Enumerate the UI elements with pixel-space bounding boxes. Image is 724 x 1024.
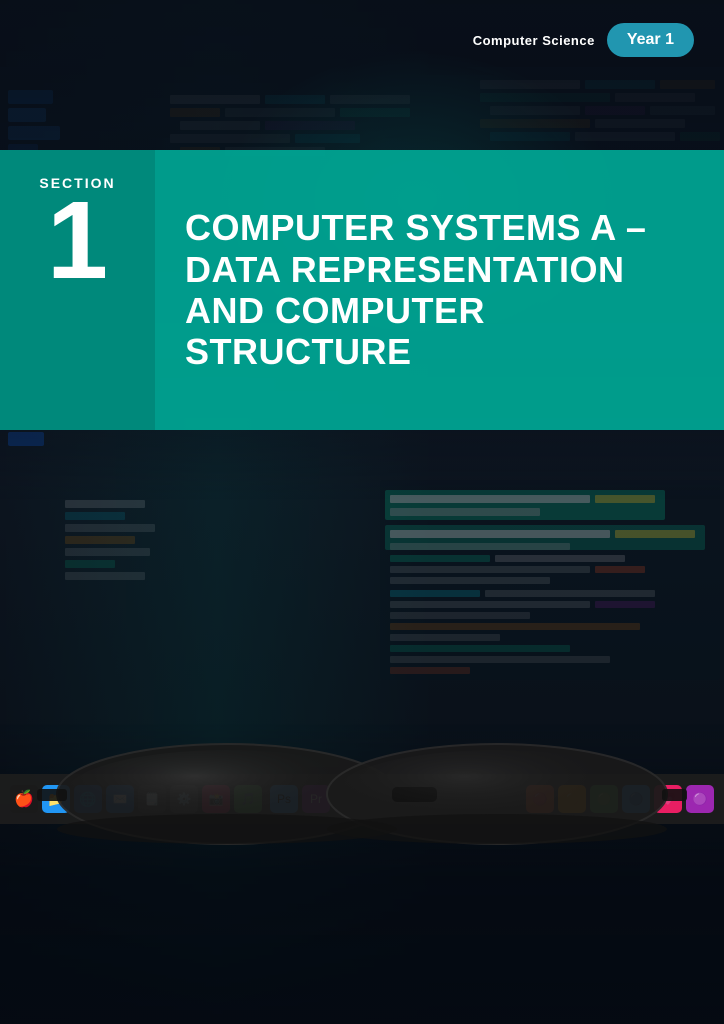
subject-label: Computer Science <box>473 33 595 48</box>
section-number: 1 <box>47 186 108 296</box>
header: Computer Science Year 1 <box>0 0 724 80</box>
section-number-box: SECTION 1 <box>0 150 155 430</box>
teal-section-banner: SECTION 1 COMPUTER SYSTEMS A – DATA REPR… <box>0 150 724 430</box>
main-title: COMPUTER SYSTEMS A – DATA REPRESENTATION… <box>185 207 694 373</box>
title-area: COMPUTER SYSTEMS A – DATA REPRESENTATION… <box>155 150 724 430</box>
taskbar-icon-extra6[interactable]: 🟣 <box>686 785 714 813</box>
glasses-illustration <box>37 739 687 869</box>
taskbar-apple-icon[interactable]: 🍎 <box>10 785 38 813</box>
year-badge: Year 1 <box>607 23 694 57</box>
